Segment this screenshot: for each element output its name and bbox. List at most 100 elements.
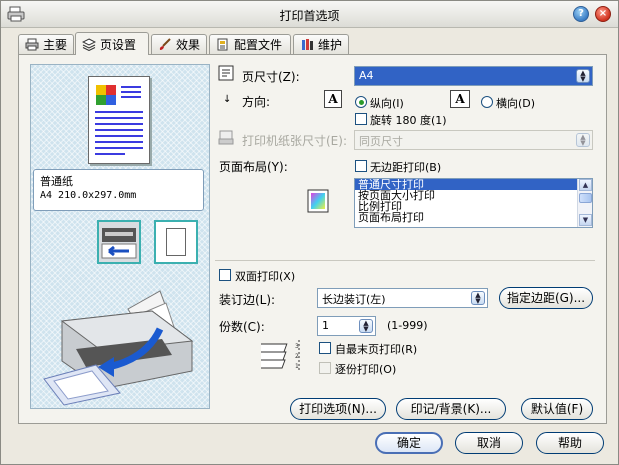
page-layout-label: 页面布局(Y): [219, 160, 288, 174]
tab-maintenance[interactable]: 维护 [293, 34, 349, 54]
reverse-order-checkbox[interactable] [319, 342, 331, 354]
copies-value: 1 [322, 319, 329, 332]
svg-text:1: 1 [295, 363, 299, 370]
tab-main-label: 主要 [43, 38, 68, 52]
binding-edge-dropdown[interactable]: 长边装订(左) ▲ ▼ [317, 288, 488, 308]
orientation-label: 方向: [242, 95, 271, 109]
printer-illustration-icon [43, 290, 194, 406]
page-layout-scrollbar[interactable]: ▲ ▼ [577, 179, 592, 227]
stamp-background-button[interactable]: 印记/背景(K)... [396, 398, 506, 420]
duplex-checkbox[interactable] [219, 269, 231, 281]
text-line [95, 123, 143, 125]
landscape-label: 横向(D) [496, 97, 536, 110]
rear-tray-icon [101, 228, 137, 259]
close-icon: × [598, 8, 608, 19]
image-placeholder-icon [96, 85, 116, 105]
section-divider [215, 260, 595, 261]
print-preferences-window: 打印首选项 ? × 主要 页设置 效果 配置文件 维护 普通纸 A4 210.0… [0, 0, 619, 465]
specify-margin-button[interactable]: 指定边距(G)... [499, 287, 593, 309]
text-line [95, 117, 143, 119]
normal-size-layout-icon [307, 189, 329, 213]
profile-icon [217, 38, 228, 51]
page-layout-listbox[interactable]: 普通尺寸打印 按页面大小打印 比例打印 页面布局打印 ▲ ▼ [354, 178, 593, 228]
cancel-button[interactable]: 取消 [455, 432, 523, 454]
binding-edge-value: 长边装订(左) [322, 293, 386, 306]
paper-sheet-icon [166, 228, 186, 256]
scroll-down-icon[interactable]: ▼ [579, 214, 592, 226]
text-line [95, 135, 143, 137]
text-line [121, 86, 141, 88]
page-size-label: 页尺寸(Z): [242, 70, 300, 84]
stepper-arrows-icon[interactable]: ▲ ▼ [359, 319, 373, 333]
svg-text:3: 3 [295, 343, 299, 350]
help-window-button[interactable]: ? [573, 6, 589, 22]
scroll-up-icon[interactable]: ▲ [579, 179, 592, 191]
title-bar[interactable]: 打印首选项 ? × [1, 1, 618, 28]
paper-type-text: 普通纸 [40, 175, 73, 188]
duplex-label: 双面打印(X) [235, 270, 296, 283]
printer-paper-size-value: 同页尺寸 [359, 135, 403, 148]
text-line [95, 141, 143, 143]
dropdown-arrow-icon: ▲ ▼ [471, 291, 485, 305]
help-button[interactable]: 帮助 [536, 432, 604, 454]
window-title: 打印首选项 [279, 9, 340, 23]
printer-paper-size-label: 打印机纸张尺寸(E): [242, 134, 347, 148]
rotate-180-checkbox[interactable] [355, 113, 367, 125]
page-size-dropdown[interactable]: A4 ▲ ▼ [354, 66, 593, 86]
brush-icon [159, 38, 171, 50]
rotate-180-label: 旋转 180 度(1) [370, 114, 447, 127]
collate-label: 逐份打印(O) [335, 363, 397, 376]
tab-profiles-label: 配置文件 [234, 38, 283, 52]
dropdown-arrow-icon: ▲ ▼ [576, 69, 590, 83]
ok-button[interactable]: 确定 [375, 432, 443, 454]
page-size-value: A4 [359, 69, 374, 82]
arrow-down-icon: ↓ [223, 94, 232, 105]
printer-icon [25, 38, 39, 51]
rear-tray-button[interactable] [97, 220, 141, 264]
dropdown-arrow-icon: ▲ ▼ [576, 133, 590, 147]
close-window-button[interactable]: × [595, 6, 611, 22]
text-line [95, 129, 143, 131]
collate-pages-icon: 3 2 1 [261, 340, 300, 372]
print-options-button[interactable]: 打印选项(N)... [290, 398, 386, 420]
borderless-checkbox[interactable] [355, 160, 367, 172]
text-line [121, 96, 141, 98]
tab-effects[interactable]: 效果 [151, 34, 207, 54]
tab-profiles[interactable]: 配置文件 [209, 34, 291, 54]
tab-maintenance-label: 维护 [318, 38, 343, 52]
page-preview-thumbnail [88, 76, 150, 164]
tab-page-setup[interactable]: 页设置 [75, 32, 149, 55]
scroll-thumb[interactable] [579, 193, 592, 203]
page-size-icon [218, 65, 234, 81]
defaults-button[interactable]: 默认值(F) [521, 398, 593, 420]
copies-label: 份数(C): [219, 320, 265, 334]
copies-stepper[interactable]: 1 ▲ ▼ [317, 316, 376, 336]
paper-orientation-preview-button[interactable] [154, 220, 198, 264]
help-icon: ? [578, 8, 584, 19]
portrait-icon: A [324, 90, 342, 108]
svg-text:2: 2 [295, 353, 299, 360]
collate-checkbox[interactable] [319, 362, 331, 374]
portrait-radio[interactable] [355, 96, 367, 108]
tab-main[interactable]: 主要 [18, 34, 74, 54]
landscape-icon: A [450, 90, 470, 108]
text-line [121, 91, 141, 93]
landscape-radio[interactable] [481, 96, 493, 108]
paper-size-text: A4 210.0x297.0mm [40, 190, 137, 201]
printer-paper-size-dropdown[interactable]: 同页尺寸 ▲ ▼ [354, 130, 593, 150]
copies-range: (1-999) [387, 319, 428, 332]
printer-paper-size-icon [218, 130, 234, 145]
binding-edge-label: 装订边(L): [219, 293, 276, 307]
text-line [95, 153, 125, 155]
text-line [95, 147, 143, 149]
tab-effects-label: 效果 [176, 38, 201, 52]
page-layers-icon [82, 37, 96, 51]
layout-option-page-layout[interactable]: 页面布局打印 [355, 212, 592, 223]
tab-page-setup-label: 页设置 [100, 37, 137, 52]
reverse-order-label: 自最末页打印(R) [335, 343, 418, 356]
paper-info-box: 普通纸 A4 210.0x297.0mm [33, 169, 204, 211]
text-line [95, 111, 143, 113]
tools-icon [302, 39, 313, 50]
borderless-label: 无边距打印(B) [370, 161, 442, 174]
portrait-label: 纵向(I) [370, 97, 404, 110]
